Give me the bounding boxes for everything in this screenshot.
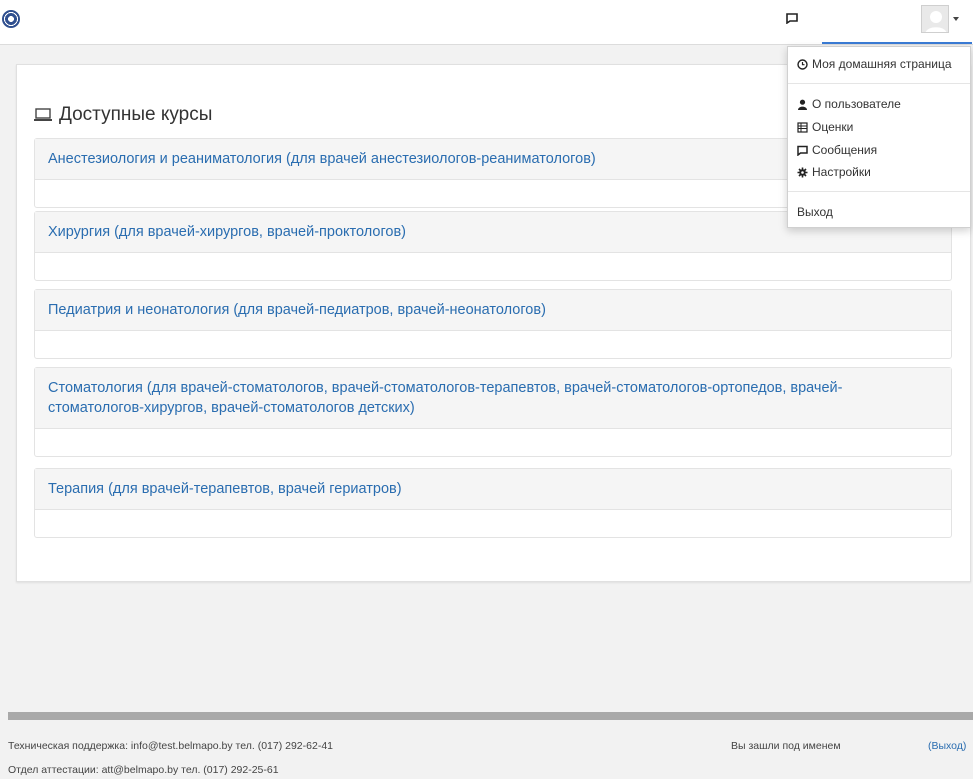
course-link[interactable]: Педиатрия и неонатология (для врачей-пед… [48, 302, 546, 318]
gear-icon [797, 167, 808, 177]
menu-item-label: Выход [797, 205, 833, 219]
footer: Техническая поддержка: info@test.belmapo… [0, 720, 973, 779]
course-link[interactable]: Анестезиология и реаниматология (для вра… [48, 151, 596, 167]
footer-logout-link[interactable]: Выход [932, 740, 963, 752]
chevron-down-icon[interactable] [953, 17, 959, 21]
page-title-text: Доступные курсы [59, 104, 213, 125]
menu-item-label: Оценки [812, 120, 854, 134]
footer-attestation-text: Отдел аттестации: att@belmapo.by тел. (0… [8, 764, 279, 776]
globe-logo-icon[interactable] [2, 10, 20, 28]
menu-item-home[interactable]: Моя домашняя страница [797, 57, 952, 71]
course-card: Терапия (для врачей-терапевтов, врачей г… [34, 468, 952, 538]
course-link[interactable]: Хирургия (для врачей-хирургов, врачей-пр… [48, 224, 406, 240]
menu-item-label: Сообщения [812, 143, 878, 157]
course-link[interactable]: Терапия (для врачей-терапевтов, врачей г… [48, 481, 402, 497]
menu-item-label: Настройки [812, 165, 871, 179]
menu-item-label: Моя домашняя страница [812, 57, 952, 71]
logout-link-wrapper: (Выход) [928, 740, 966, 752]
footer-divider [8, 712, 973, 720]
menu-divider [788, 191, 970, 192]
course-link[interactable]: Стоматология (для врачей-стоматологов, в… [48, 380, 842, 416]
user-icon [798, 99, 807, 110]
page-title: Доступные курсы [33, 104, 212, 126]
menu-item-logout[interactable]: Выход [797, 205, 833, 219]
menu-item-settings[interactable]: Настройки [797, 165, 871, 179]
table-icon [797, 121, 808, 133]
clock-icon [797, 58, 808, 70]
course-card: Педиатрия и неонатология (для врачей-пед… [34, 289, 952, 359]
laptop-icon [34, 108, 52, 121]
user-menu-active-indicator [822, 42, 972, 44]
logged-in-as-text: Вы зашли под именем [731, 740, 841, 752]
menu-item-profile[interactable]: О пользователе [797, 97, 901, 111]
top-navbar [0, 0, 973, 45]
course-card: Стоматология (для врачей-стоматологов, в… [34, 367, 952, 457]
menu-item-messages[interactable]: Сообщения [797, 143, 877, 157]
user-dropdown-menu: Моя домашняя страница О пользователе Оце… [787, 46, 971, 228]
message-icon [797, 145, 808, 156]
menu-divider [788, 83, 970, 84]
user-avatar-icon[interactable] [921, 5, 949, 33]
footer-support-text: Техническая поддержка: info@test.belmapo… [8, 740, 333, 752]
footer-logout-close: ) [962, 740, 967, 752]
message-icon[interactable] [786, 12, 798, 24]
menu-item-label: О пользователе [812, 97, 901, 111]
menu-item-grades[interactable]: Оценки [797, 120, 853, 134]
